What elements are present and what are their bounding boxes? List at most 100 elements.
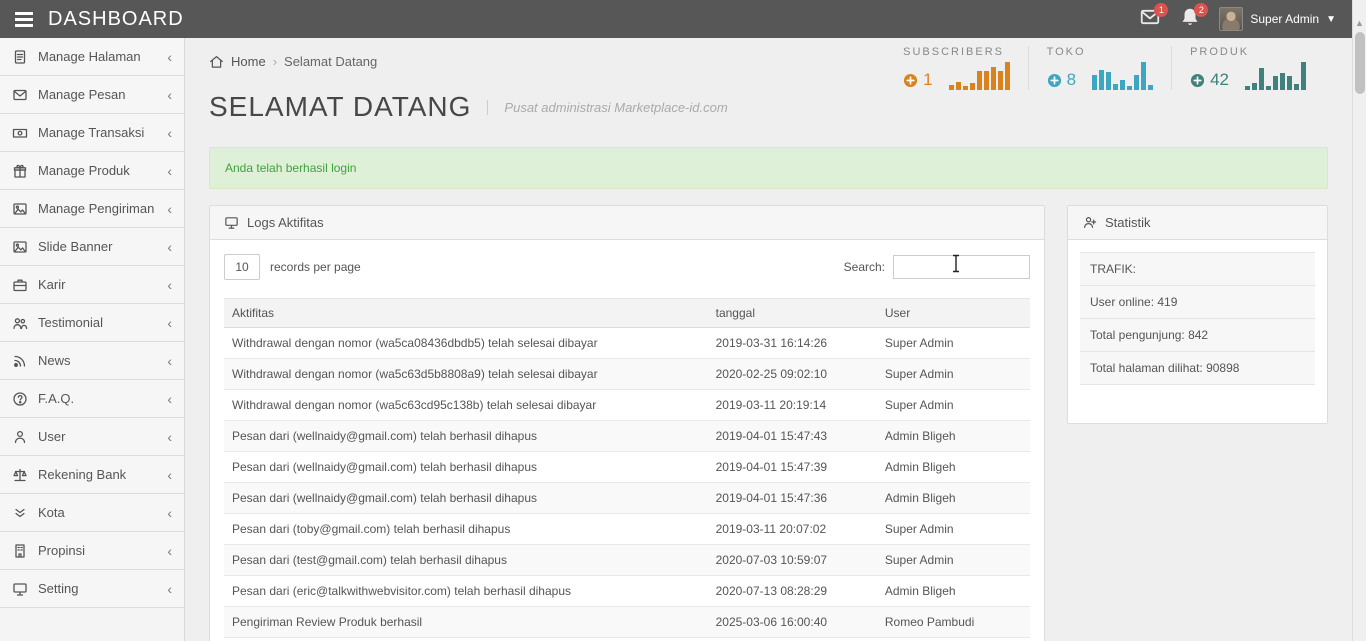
chevron-left-icon: ‹ — [167, 277, 172, 293]
logs-panel: Logs Aktifitas 10 records per page Searc… — [209, 205, 1045, 641]
plus-circle-icon — [1047, 73, 1062, 88]
cell-tanggal: 2019-04-01 15:47:39 — [708, 452, 877, 483]
sidebar-item-manage-halaman[interactable]: Manage Halaman ‹ — [0, 38, 184, 76]
stat-label: TOKO — [1047, 46, 1153, 58]
plus-circle-icon — [903, 73, 918, 88]
page-subtitle: Pusat administrasi Marketplace-id.com — [487, 100, 727, 115]
scroll-up-arrow-icon[interactable]: ▲ — [1353, 0, 1366, 28]
notifications-badge: 2 — [1194, 3, 1208, 17]
chevron-left-icon: ‹ — [167, 125, 172, 141]
column-header-tanggal[interactable]: tanggal — [708, 299, 877, 328]
envelope-icon — [12, 87, 28, 103]
gift-icon — [12, 163, 28, 179]
sidebar-item-user[interactable]: User ‹ — [0, 418, 184, 456]
column-header-aktifitas[interactable]: Aktifitas — [224, 299, 708, 328]
sidebar-item-setting[interactable]: Setting ‹ — [0, 570, 184, 608]
sidebar-item-label: News — [38, 353, 71, 368]
cell-aktifitas: Pesan dari (wellnaidy@gmail.com) telah b… — [224, 421, 708, 452]
sidebar-item-label: Karir — [38, 277, 65, 292]
page-title: SELAMAT DATANG — [209, 91, 471, 123]
stat-toko: TOKO 8 — [1028, 46, 1171, 90]
money-icon — [12, 125, 28, 141]
stat-subscribers: SUBSCRIBERS 1 — [885, 46, 1027, 90]
sidebar-item-slide-banner[interactable]: Slide Banner ‹ — [0, 228, 184, 266]
vertical-scrollbar[interactable]: ▲ — [1352, 0, 1366, 641]
table-row: Withdrawal dengan nomor (wa5ca08436dbdb5… — [224, 328, 1030, 359]
cell-aktifitas: Withdrawal dengan nomor (wa5c63d5b8808a9… — [224, 359, 708, 390]
chevron-left-icon: ‹ — [167, 429, 172, 445]
cell-tanggal: 2025-03-06 16:00:40 — [708, 607, 877, 638]
column-header-user[interactable]: User — [877, 299, 1030, 328]
image-icon — [12, 239, 28, 255]
cell-tanggal: 2020-02-25 09:02:10 — [708, 359, 877, 390]
cell-aktifitas: Withdrawal dengan nomor (wa5c63cd95c138b… — [224, 390, 708, 421]
sidebar-item-manage-pengiriman[interactable]: Manage Pengiriman ‹ — [0, 190, 184, 228]
sidebar-item-label: Manage Pengiriman — [38, 201, 154, 216]
success-alert: Anda telah berhasil login — [209, 147, 1328, 189]
records-per-page-label: records per page — [270, 260, 361, 274]
sidebar-item-label: Propinsi — [38, 543, 85, 558]
sidebar-item-label: F.A.Q. — [38, 391, 74, 406]
user-icon — [12, 429, 28, 445]
scrollbar-thumb[interactable] — [1355, 32, 1365, 94]
avatar — [1219, 7, 1243, 31]
table-row: Pesan dari (wellnaidy@gmail.com) telah b… — [224, 421, 1030, 452]
cell-user: Super Admin — [877, 545, 1030, 576]
breadcrumb-home-link[interactable]: Home — [231, 54, 266, 69]
cell-aktifitas: Pesan dari (wellnaidy@gmail.com) telah b… — [224, 452, 708, 483]
chevron-left-icon: ‹ — [167, 353, 172, 369]
cell-aktifitas: Pesan dari (wellnaidy@gmail.com) telah b… — [224, 483, 708, 514]
sidebar-item-testimonial[interactable]: Testimonial ‹ — [0, 304, 184, 342]
cell-user: Super Admin — [877, 359, 1030, 390]
stat-label: SUBSCRIBERS — [903, 46, 1009, 58]
cell-tanggal: 2019-03-31 16:14:26 — [708, 328, 877, 359]
stat-value: 8 — [1067, 70, 1076, 90]
table-header-row: Aktifitas tanggal User — [224, 299, 1030, 328]
cell-user: Admin Bligeh — [877, 452, 1030, 483]
breadcrumb-current: Selamat Datang — [284, 54, 377, 69]
subscribers-sparkline-chart — [949, 62, 1010, 90]
chevron-left-icon: ‹ — [167, 505, 172, 521]
sidebar-item-news[interactable]: News ‹ — [0, 342, 184, 380]
sidebar-item-propinsi[interactable]: Propinsi ‹ — [0, 532, 184, 570]
user-menu[interactable]: Super Admin ▼ — [1219, 7, 1336, 31]
sidebar-item-label: Manage Transaksi — [38, 125, 144, 140]
caret-down-icon: ▼ — [1326, 14, 1336, 25]
sidebar-item-karir[interactable]: Karir ‹ — [0, 266, 184, 304]
table-row: Pesan dari (wellnaidy@gmail.com) telah b… — [224, 452, 1030, 483]
rss-icon — [12, 353, 28, 369]
cell-aktifitas: Pesan dari (eric@talkwithwebvisitor.com)… — [224, 576, 708, 607]
image-icon — [12, 201, 28, 217]
stats-row: SUBSCRIBERS 1 TOKO 8 PRODUK — [885, 46, 1324, 90]
sidebar-item-kota[interactable]: Kota ‹ — [0, 494, 184, 532]
records-per-page-select[interactable]: 10 — [224, 254, 260, 280]
statistik-item-total-pengunjung: Total pengunjung: 842 — [1080, 319, 1315, 352]
logs-panel-title: Logs Aktifitas — [247, 215, 324, 230]
sidebar-item-manage-transaksi[interactable]: Manage Transaksi ‹ — [0, 114, 184, 152]
sidebar-item-manage-pesan[interactable]: Manage Pesan ‹ — [0, 76, 184, 114]
cell-tanggal: 2020-07-03 10:59:07 — [708, 545, 877, 576]
sidebar-item-faq[interactable]: F.A.Q. ‹ — [0, 380, 184, 418]
messages-badge: 1 — [1154, 3, 1168, 17]
statistik-item-trafik: TRAFIK: — [1080, 252, 1315, 286]
app-title: DASHBOARD — [48, 8, 184, 31]
notifications-button[interactable]: 2 — [1179, 8, 1201, 30]
messages-button[interactable]: 1 — [1139, 8, 1161, 30]
chevron-left-icon: ‹ — [167, 163, 172, 179]
cell-tanggal: 2019-04-01 15:47:36 — [708, 483, 877, 514]
building-icon — [12, 543, 28, 559]
chevron-left-icon: ‹ — [167, 543, 172, 559]
question-circle-icon — [12, 391, 28, 407]
hamburger-icon[interactable] — [0, 0, 48, 38]
sidebar-item-label: Manage Pesan — [38, 87, 125, 102]
chevron-left-icon: ‹ — [167, 201, 172, 217]
table-row: Withdrawal dengan nomor (wa5c63cd95c138b… — [224, 390, 1030, 421]
balance-scale-icon — [12, 467, 28, 483]
table-row: Pesan dari (test@gmail.com) telah berhas… — [224, 545, 1030, 576]
table-row: Pesan dari (wellnaidy@gmail.com) telah b… — [224, 483, 1030, 514]
search-input[interactable] — [893, 255, 1030, 279]
sidebar-item-rekening-bank[interactable]: Rekening Bank ‹ — [0, 456, 184, 494]
home-icon — [209, 54, 224, 69]
statistik-panel: Statistik TRAFIK: User online: 419 Total… — [1067, 205, 1328, 424]
sidebar-item-manage-produk[interactable]: Manage Produk ‹ — [0, 152, 184, 190]
